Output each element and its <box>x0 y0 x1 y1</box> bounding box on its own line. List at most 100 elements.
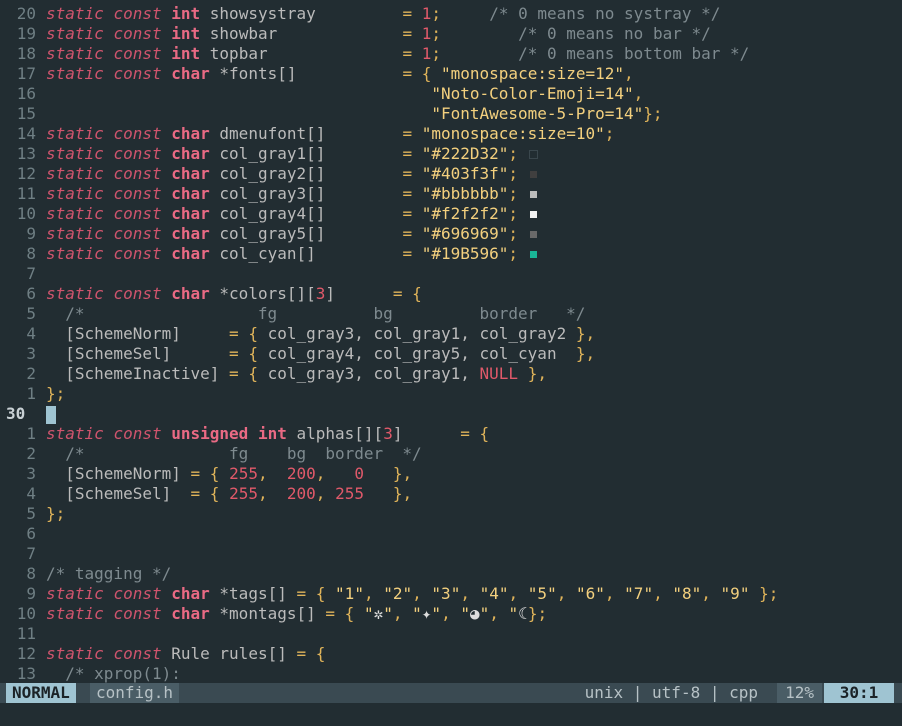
code-token: ; <box>431 44 442 63</box>
code-line[interactable]: 9 static const char col_gray5[] = "#69696… <box>0 224 902 244</box>
code-line[interactable]: 18 static const int topbar = 1; /* 0 mean… <box>0 44 902 64</box>
code-token: 255 <box>335 484 364 503</box>
code-line[interactable]: 6 static const char *colors[][3] = { <box>0 284 902 304</box>
code-line[interactable]: 7 <box>0 544 902 564</box>
line-number: 19 <box>16 24 36 43</box>
code-line[interactable]: 10 static const char col_gray4[] = "#f2f2… <box>0 204 902 224</box>
code-token: const <box>113 224 162 243</box>
code-token: [SchemeSel] <box>65 344 230 363</box>
code-line[interactable]: 13 static const char col_gray1[] = "#222D… <box>0 144 902 164</box>
code-line[interactable]: 16 "Noto-Color-Emoji=14", <box>0 84 902 104</box>
code-token: alphas[][ <box>286 424 384 443</box>
code-line[interactable]: 11 static const char col_gray3[] = "#bbbb… <box>0 184 902 204</box>
code-token: const <box>113 44 162 63</box>
code-line[interactable]: 9 static const char *tags[] = { "1", "2",… <box>0 584 902 604</box>
code-token: NULL <box>479 364 519 383</box>
code-line[interactable]: 13 /* xprop(1): <box>0 664 902 684</box>
code-token: /* fg bg border */ <box>65 444 422 463</box>
code-token: " <box>508 604 519 623</box>
current-line[interactable]: 30 <box>0 404 902 424</box>
code-token: int <box>171 44 201 63</box>
code-token: ; <box>431 24 442 43</box>
code-line[interactable]: 5 /* fg bg border */ <box>0 304 902 324</box>
code-token: "7" <box>624 584 654 603</box>
color-swatch <box>529 211 537 218</box>
code-line[interactable]: 1 static const unsigned int alphas[][3] =… <box>0 424 902 444</box>
code-line[interactable]: 8 static const char col_cyan[] = "#19B596… <box>0 244 902 264</box>
code-line[interactable]: 2 [SchemeInactive] = { col_gray3, col_gr… <box>0 364 902 384</box>
code-token: { <box>248 364 258 383</box>
code-token: "3" <box>431 584 461 603</box>
code-line[interactable]: 7 <box>0 264 902 284</box>
code-token: "9" <box>720 584 750 603</box>
code-line[interactable]: 10 static const char *montags[] = { "✲", … <box>0 604 902 624</box>
code-line[interactable]: 11 <box>0 624 902 644</box>
code-token: = <box>402 144 413 163</box>
code-line[interactable]: 6 <box>0 524 902 544</box>
code-token: showbar <box>200 24 403 43</box>
code-token: dmenufont[] <box>209 124 403 143</box>
line-number: 17 <box>16 64 36 83</box>
code-line[interactable]: 5}; <box>0 504 902 524</box>
code-token: 255 <box>229 484 258 503</box>
line-code: /* fg bg border */ <box>46 304 585 324</box>
color-swatch <box>529 251 537 258</box>
line-number: 18 <box>16 44 36 63</box>
code-token: " <box>431 604 442 623</box>
code-line[interactable]: 4 [SchemeNorm] = { col_gray3, col_gray1,… <box>0 324 902 344</box>
code-line[interactable]: 12 static const Rule rules[] = { <box>0 644 902 664</box>
code-token: 0 <box>354 464 364 483</box>
code-token: "monospace:size=12" <box>441 64 625 83</box>
color-swatch <box>528 150 538 159</box>
code-token: int <box>171 4 201 23</box>
code-line[interactable]: 12 static const char col_gray2[] = "#403f… <box>0 164 902 184</box>
editor-buffer[interactable]: 20 static const int showsystray = 1; /* 0… <box>0 4 902 684</box>
code-token: = <box>229 364 239 383</box>
code-line[interactable]: 3 [SchemeSel] = { col_gray4, col_gray5, … <box>0 344 902 364</box>
line-number: 16 <box>16 84 36 103</box>
code-token: ; <box>431 4 442 23</box>
line-number: 8 <box>26 244 36 263</box>
code-token: char <box>171 284 210 303</box>
code-line[interactable]: 2 /* fg bg border */ <box>0 444 902 464</box>
line-number: 5 <box>26 304 36 323</box>
code-line[interactable]: 3 [SchemeNorm] = { 255, 200, 0 }, <box>0 464 902 484</box>
code-line[interactable]: 8 /* tagging */ <box>0 564 902 584</box>
code-line[interactable]: 20 static const int showsystray = 1; /* 0… <box>0 4 902 24</box>
line-code: static const int showbar = 1; /* 0 means… <box>46 24 711 44</box>
code-line[interactable]: 1}; <box>0 384 902 404</box>
line-code: [SchemeSel] = { col_gray4, col_gray5, co… <box>46 344 595 364</box>
code-token: "#19B596" <box>421 244 509 263</box>
code-token: ◕ <box>469 604 480 623</box>
code-token: "FontAwesome-5-Pro=14" <box>431 104 644 123</box>
code-token: "5" <box>527 584 557 603</box>
code-token: = <box>460 424 470 443</box>
line-number: 3 <box>26 464 36 483</box>
code-token: char <box>171 244 210 263</box>
code-line[interactable]: 15 "FontAwesome-5-Pro=14"}; <box>0 104 902 124</box>
code-token: 200 <box>286 464 316 483</box>
code-token: 3 <box>383 424 393 443</box>
code-line[interactable]: 4 [SchemeSel] = { 255, 200, 255 }, <box>0 484 902 504</box>
line-number: 7 <box>26 264 36 283</box>
code-line[interactable]: 14 static const char dmenufont[] = "monos… <box>0 124 902 144</box>
code-line[interactable]: 17 static const char *fonts[] = { "monosp… <box>0 64 902 84</box>
code-token: }; <box>643 104 663 123</box>
code-line[interactable]: 19 static const int showbar = 1; /* 0 mea… <box>0 24 902 44</box>
code-token: static <box>46 424 104 443</box>
